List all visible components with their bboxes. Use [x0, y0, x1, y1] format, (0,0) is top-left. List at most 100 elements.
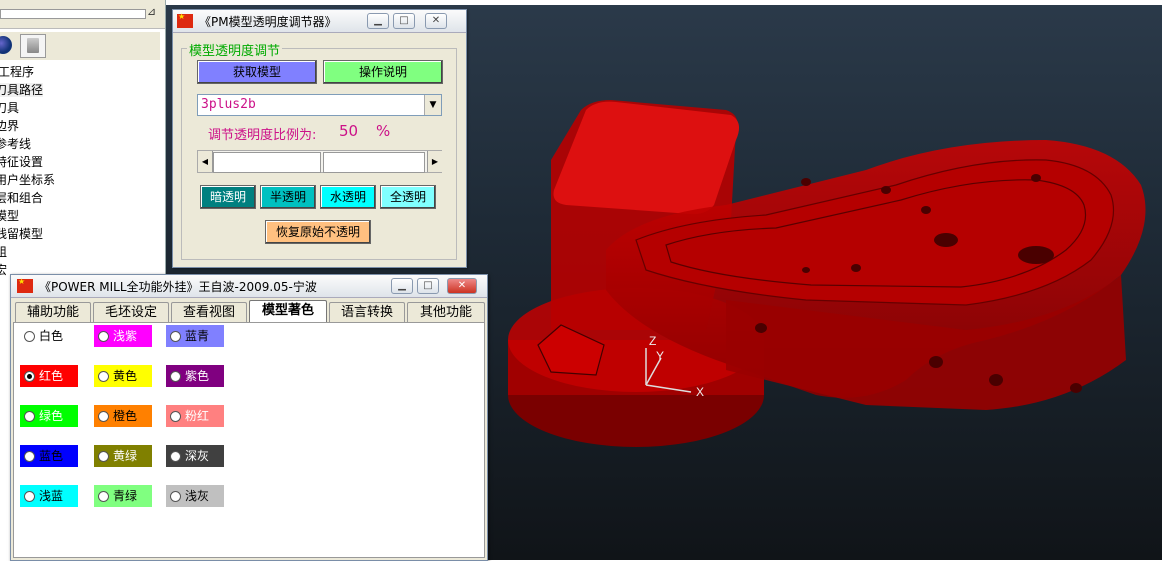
scroll-left-icon[interactable]: ◀ [198, 151, 213, 172]
radio-button[interactable] [24, 451, 35, 462]
color-option-blue-cyan[interactable]: 蓝青 [166, 325, 224, 347]
plugin-title: 《POWER MILL全功能外挂》王自波-2009.05-宁波 [39, 280, 317, 294]
color-option-label: 浅灰 [185, 489, 210, 503]
color-option-purple[interactable]: 紫色 [166, 365, 224, 387]
axis-x-label: X [696, 385, 704, 399]
tree-item-boundary[interactable]: 边界 [0, 117, 55, 135]
color-option-green[interactable]: 绿色 [20, 405, 78, 427]
color-option-blue[interactable]: 蓝色 [20, 445, 78, 467]
tree-item-featureset[interactable]: 特征设置 [0, 153, 55, 171]
close-button[interactable]: ✕ [425, 13, 447, 29]
scroll-thumb-left[interactable] [213, 152, 321, 173]
color-option-pink[interactable]: 粉红 [166, 405, 224, 427]
tab-assist[interactable]: 辅助功能 [15, 302, 91, 322]
minimize-button[interactable]: ▁ [391, 278, 413, 294]
radio-button[interactable] [170, 491, 181, 502]
radio-button[interactable] [170, 331, 181, 342]
axis-z-label: Z [649, 334, 656, 348]
scroll-right-icon[interactable]: ▶ [427, 151, 442, 172]
plugin-titlebar[interactable]: 《POWER MILL全功能外挂》王自波-2009.05-宁波 ▁ □ ✕ [11, 275, 487, 298]
recycle-bin-button[interactable] [20, 34, 46, 58]
radio-button[interactable] [98, 411, 109, 422]
tree-item-ncprogram[interactable]: 工程序 [0, 63, 55, 81]
color-option-red[interactable]: 红色 [20, 365, 78, 387]
tab-model-color[interactable]: 模型著色 [249, 300, 327, 323]
explorer-tree: 工程序 刀具路径 刀具 边界 参考线 特征设置 用户坐标系 层和组合 模型 残留… [0, 63, 55, 279]
chevron-down-icon[interactable]: ▼ [424, 95, 441, 115]
color-option-white[interactable]: 白色 [20, 325, 78, 347]
color-option-label: 粉红 [185, 409, 210, 423]
tab-view[interactable]: 查看视图 [171, 302, 247, 322]
scroll-thumb-right[interactable] [323, 152, 425, 173]
transparency-titlebar[interactable]: 《PM模型透明度调节器》 ▁ □ ✕ [173, 10, 466, 33]
explorer-slider[interactable] [0, 9, 146, 19]
transparency-scrollbar[interactable]: ◀ ▶ [197, 150, 442, 173]
close-button[interactable]: ✕ [447, 278, 477, 294]
tree-item-toolpath[interactable]: 刀具路径 [0, 81, 55, 99]
color-option-label: 紫色 [185, 369, 210, 383]
color-option-light-gray[interactable]: 浅灰 [166, 485, 224, 507]
transparency-title: 《PM模型透明度调节器》 [199, 15, 337, 29]
radio-button[interactable] [98, 331, 109, 342]
radio-button[interactable] [170, 411, 181, 422]
color-option-label: 白色 [39, 329, 64, 343]
radio-button[interactable] [24, 371, 35, 382]
preset-dark-button[interactable]: 暗透明 [200, 185, 256, 209]
minimize-button[interactable]: ▁ [367, 13, 389, 29]
transparency-dialog: 《PM模型透明度调节器》 ▁ □ ✕ 模型透明度调节 获取模型 操作说明 3pl… [172, 9, 467, 268]
radio-button[interactable] [98, 491, 109, 502]
preset-full-button[interactable]: 全透明 [380, 185, 436, 209]
tab-stock[interactable]: 毛坯设定 [93, 302, 169, 322]
plugin-tabs: 辅助功能 毛坯设定 查看视图 模型著色 语言转换 其他功能 [13, 300, 485, 323]
get-model-button[interactable]: 获取模型 [197, 60, 317, 84]
color-option-label: 红色 [39, 369, 64, 383]
tab-other[interactable]: 其他功能 [407, 302, 485, 322]
ratio-value: 50 [339, 122, 359, 140]
tree-item-levels[interactable]: 层和组合 [0, 189, 55, 207]
color-option-label: 蓝色 [39, 449, 64, 463]
china-flag-icon [17, 277, 33, 293]
color-option-label: 橙色 [113, 409, 138, 423]
color-option-label: 绿色 [39, 409, 64, 423]
explorer-toolbar: ⊿ [0, 0, 165, 29]
color-option-yellow[interactable]: 黄色 [94, 365, 152, 387]
radio-button[interactable] [98, 371, 109, 382]
tree-item-pattern[interactable]: 参考线 [0, 135, 55, 153]
axis-y-label: Y [656, 349, 664, 363]
color-option-dark-gray[interactable]: 深灰 [166, 445, 224, 467]
tree-item-stockmodel[interactable]: 残留模型 [0, 225, 55, 243]
radio-button[interactable] [24, 331, 35, 342]
color-option-cyan-green[interactable]: 青绿 [94, 485, 152, 507]
ratio-unit: % [376, 122, 391, 140]
color-option-light-purple[interactable]: 浅紫 [94, 325, 152, 347]
radio-button[interactable] [24, 491, 35, 502]
color-option-light-blue[interactable]: 浅蓝 [20, 485, 78, 507]
model-select[interactable]: 3plus2b ▼ [197, 94, 442, 116]
ratio-label: 调节透明度比例为: [208, 128, 317, 143]
tree-item-tool[interactable]: 刀具 [0, 99, 55, 117]
plugin-main-window: 《POWER MILL全功能外挂》王自波-2009.05-宁波 ▁ □ ✕ 辅助… [10, 274, 488, 561]
color-option-label: 浅蓝 [39, 489, 64, 503]
instructions-button[interactable]: 操作说明 [323, 60, 443, 84]
restore-opaque-button[interactable]: 恢复原始不透明 [265, 220, 371, 244]
radio-button[interactable] [98, 451, 109, 462]
color-option-label: 深灰 [185, 449, 210, 463]
color-option-label: 黄绿 [113, 449, 138, 463]
tab-language[interactable]: 语言转换 [329, 302, 405, 322]
tree-item-group[interactable]: 组 [0, 243, 55, 261]
color-option-label: 蓝青 [185, 329, 210, 343]
preset-water-button[interactable]: 水透明 [320, 185, 376, 209]
color-option-orange[interactable]: 橙色 [94, 405, 152, 427]
pin-icon[interactable]: ⊿ [147, 5, 159, 19]
maximize-button[interactable]: □ [417, 278, 439, 294]
maximize-button[interactable]: □ [393, 13, 415, 29]
tree-item-model[interactable]: 模型 [0, 207, 55, 225]
radio-button[interactable] [24, 411, 35, 422]
preset-half-button[interactable]: 半透明 [260, 185, 316, 209]
tree-item-workplane[interactable]: 用户坐标系 [0, 171, 55, 189]
radio-button[interactable] [170, 451, 181, 462]
color-option-yellow-green[interactable]: 黄绿 [94, 445, 152, 467]
radio-button[interactable] [170, 371, 181, 382]
color-option-label: 青绿 [113, 489, 138, 503]
color-option-label: 黄色 [113, 369, 138, 383]
